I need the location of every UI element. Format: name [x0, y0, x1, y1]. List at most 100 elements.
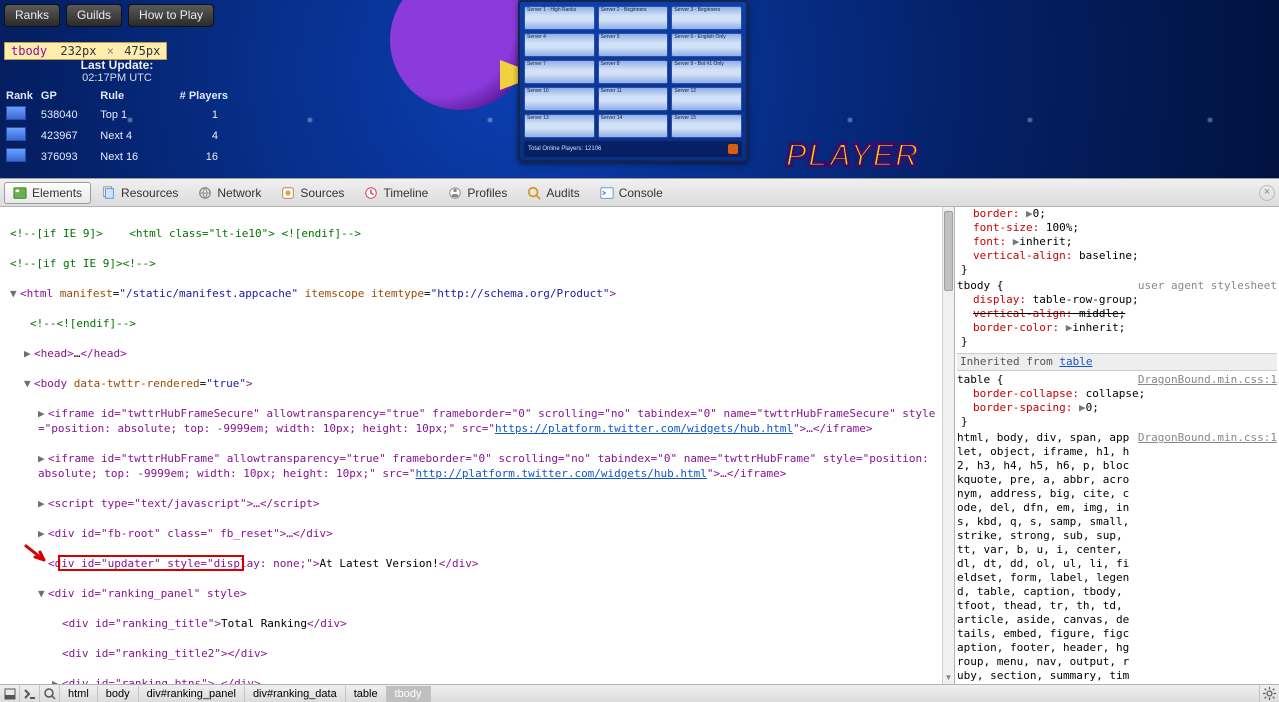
scroll-down-icon[interactable]: ▼ [943, 672, 954, 684]
dom-node[interactable]: <!--[if IE 9]> <html class="lt-ie10"> <!… [10, 227, 361, 240]
css-selector[interactable]: html, body, div, span, applet, object, i… [957, 431, 1132, 684]
dom-node[interactable]: <!--<![endif]--> [30, 317, 136, 330]
resources-icon [102, 186, 116, 200]
player-logo: PLAYER [786, 137, 919, 174]
server-popup: Server 1 - High Ranks Server 2 - Beginne… [518, 0, 748, 162]
css-selector[interactable]: tbody { [957, 279, 1003, 293]
inherited-link[interactable]: table [1059, 355, 1092, 368]
server-tile[interactable]: Server 14 [598, 114, 669, 138]
ranking-title: Last Update: [2, 58, 232, 72]
dom-node[interactable]: <div id="ranking_btns">…</div> [62, 677, 261, 684]
game-area: Ranks Guilds How to Play tbody 232px × 4… [0, 0, 1279, 178]
devtools-main: <!--[if IE 9]> <html class="lt-ie10"> <!… [0, 207, 1279, 684]
crumb-active[interactable]: tbody [387, 686, 431, 702]
expand-toggle[interactable]: ▶ [38, 406, 48, 421]
pin-icon[interactable] [728, 144, 738, 154]
crumb[interactable]: body [98, 686, 139, 702]
expand-toggle[interactable]: ▶ [38, 496, 48, 511]
elements-icon [13, 186, 27, 200]
server-tile[interactable]: Server 6 - English Only [671, 33, 742, 57]
dom-node[interactable]: <div id="ranking_panel" style> [48, 587, 247, 600]
expand-icon[interactable]: ▶ [1079, 401, 1086, 414]
tooltip-w: 232px [60, 44, 96, 58]
ranking-table: Rank GP Rule # Players 538040 Top 1 1 42… [2, 88, 232, 167]
cell-rule: Top 1 [96, 104, 157, 125]
console-toggle-button[interactable] [20, 685, 40, 702]
devtools-toolbar: Elements Resources Network Sources Timel… [0, 179, 1279, 207]
server-tile[interactable]: Server 9 - Bot #1 Only [671, 60, 742, 84]
cell-players: 1 [157, 104, 232, 125]
tooltip-h: 475px [124, 44, 160, 58]
server-tile[interactable]: Server 3 - Beginners [671, 6, 742, 30]
ranking-subtitle: 02:17PM UTC [2, 72, 232, 84]
tab-label: Network [217, 186, 261, 200]
crumb[interactable]: html [60, 686, 98, 702]
dom-tree[interactable]: <!--[if IE 9]> <html class="lt-ie10"> <!… [0, 207, 942, 684]
stylesheet-source[interactable]: DragonBound.min.css:1 [1138, 431, 1277, 445]
cell-rule: Next 16 [96, 146, 157, 167]
dom-node[interactable]: <!--[if gt IE 9]><!--> [10, 257, 156, 270]
server-tile[interactable]: Server 7 [524, 60, 595, 84]
devtools-close-button[interactable]: × [1259, 185, 1275, 201]
tab-timeline[interactable]: Timeline [355, 182, 437, 204]
expand-toggle[interactable]: ▼ [38, 586, 48, 601]
server-footer: Total Online Players: 12106 [524, 141, 742, 157]
ranks-button[interactable]: Ranks [4, 4, 60, 27]
howtoplay-button[interactable]: How to Play [128, 4, 214, 27]
dock-button[interactable] [0, 685, 20, 702]
styles-panel[interactable]: border: ▶0; font-size: 100%; font: ▶inhe… [955, 207, 1279, 684]
breadcrumbs: html body div#ranking_panel div#ranking_… [60, 685, 431, 702]
cell-gp: 538040 [37, 104, 96, 125]
expand-toggle[interactable]: ▶ [24, 346, 34, 361]
expand-toggle[interactable]: ▶ [38, 526, 48, 541]
dom-tree-panel: <!--[if IE 9]> <html class="lt-ie10"> <!… [0, 207, 955, 684]
tab-profiles[interactable]: Profiles [439, 182, 516, 204]
tab-console[interactable]: Console [591, 182, 672, 204]
dock-icon [4, 688, 16, 700]
server-tile[interactable]: Server 12 [671, 87, 742, 111]
tab-label: Elements [32, 186, 82, 200]
expand-icon[interactable]: ▶ [1026, 207, 1033, 220]
settings-button[interactable] [1259, 685, 1279, 702]
tab-elements[interactable]: Elements [4, 182, 91, 204]
col-rank: Rank [2, 88, 37, 104]
expand-toggle[interactable]: ▼ [10, 286, 20, 301]
css-selector[interactable]: table { [957, 373, 1003, 387]
expand-toggle[interactable]: ▼ [24, 376, 34, 391]
server-tile[interactable]: Server 8 [598, 60, 669, 84]
inspect-button[interactable] [40, 685, 60, 702]
tab-sources[interactable]: Sources [272, 182, 353, 204]
expand-toggle[interactable]: ▶ [52, 676, 62, 684]
expand-toggle[interactable]: ▶ [38, 451, 48, 466]
tab-resources[interactable]: Resources [93, 182, 187, 204]
rank-icon [6, 148, 26, 162]
cell-gp: 376093 [37, 146, 96, 167]
devtools-bottombar: html body div#ranking_panel div#ranking_… [0, 684, 1279, 702]
server-tile[interactable]: Server 4 [524, 33, 595, 57]
dom-scrollbar[interactable]: ▲ ▼ [942, 207, 954, 684]
stylesheet-source[interactable]: DragonBound.min.css:1 [1138, 373, 1277, 387]
server-tile[interactable]: Server 11 [598, 87, 669, 111]
col-players: # Players [157, 88, 232, 104]
tab-audits[interactable]: Audits [518, 182, 588, 204]
dom-node[interactable]: <div id="ranking_title2"></div> [62, 647, 267, 660]
profiles-icon [448, 186, 462, 200]
guilds-button[interactable]: Guilds [66, 4, 122, 27]
scroll-thumb[interactable] [944, 211, 953, 291]
server-tile[interactable]: Server 15 [671, 114, 742, 138]
server-tile[interactable]: Server 5 [598, 33, 669, 57]
crumb[interactable]: table [346, 686, 387, 702]
crumb[interactable]: div#ranking_panel [139, 686, 245, 702]
crumb[interactable]: div#ranking_data [245, 686, 346, 702]
table-row: 423967 Next 4 4 [2, 125, 232, 146]
cell-rule: Next 4 [96, 125, 157, 146]
cell-gp: 423967 [37, 125, 96, 146]
server-tile[interactable]: Server 10 [524, 87, 595, 111]
rank-icon [6, 106, 26, 120]
tab-network[interactable]: Network [189, 182, 270, 204]
server-tile[interactable]: Server 2 - Beginners [598, 6, 669, 30]
server-tile[interactable]: Server 1 - High Ranks [524, 6, 595, 30]
server-grid: Server 1 - High Ranks Server 2 - Beginne… [524, 6, 742, 138]
dom-node[interactable]: <div id="fb-root" class=" fb_reset">…</d… [48, 527, 333, 540]
server-tile[interactable]: Server 13 [524, 114, 595, 138]
